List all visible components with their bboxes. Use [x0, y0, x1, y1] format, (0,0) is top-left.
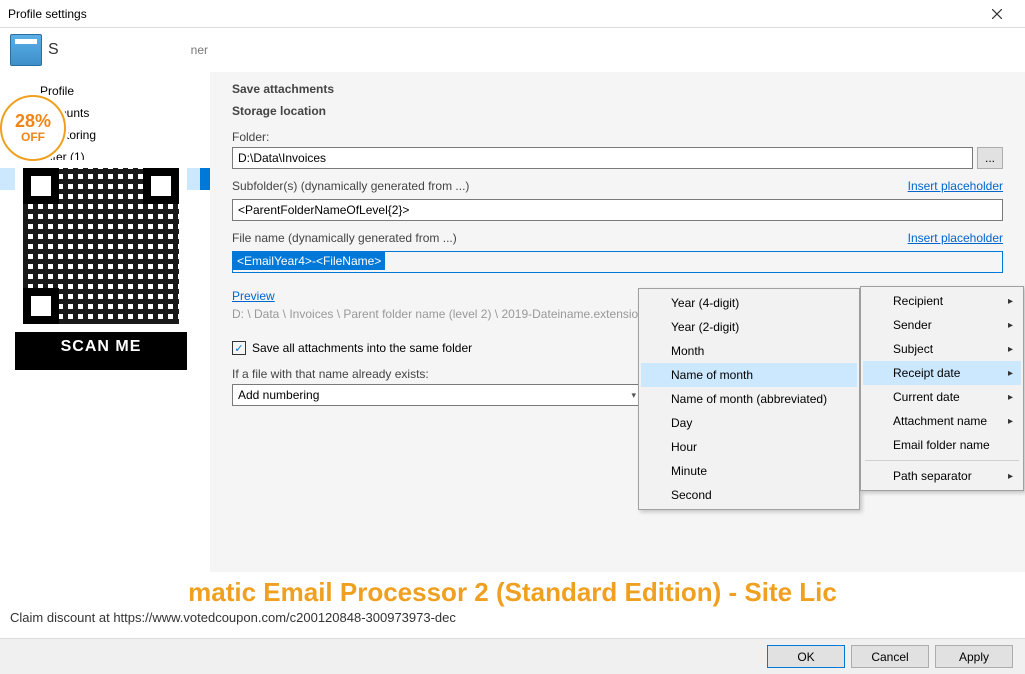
window-title: Profile settings — [8, 7, 977, 21]
cancel-button[interactable]: Cancel — [851, 645, 929, 668]
folder-label: Folder: — [232, 130, 1003, 144]
menu-item-month[interactable]: Month — [641, 339, 857, 363]
placeholder-menu: Recipient Sender Subject Receipt date Cu… — [860, 286, 1024, 491]
toolbar-label-start: S — [48, 41, 59, 59]
exists-select[interactable]: Add numbering ▾ — [232, 384, 642, 406]
promo-banner: matic Email Processor 2 (Standard Editio… — [0, 572, 1025, 638]
toolbar: S ner — [0, 28, 1025, 72]
folder-input[interactable] — [232, 147, 973, 169]
subsection-title: Storage location — [232, 104, 1003, 118]
menu-item-attachment-name[interactable]: Attachment name — [863, 409, 1021, 433]
qr-code-icon — [15, 160, 187, 332]
menu-item-hour[interactable]: Hour — [641, 435, 857, 459]
button-bar: OK Cancel Apply — [0, 638, 1025, 674]
menu-item-year4[interactable]: Year (4-digit) — [641, 291, 857, 315]
titlebar: Profile settings — [0, 0, 1025, 28]
menu-separator — [865, 460, 1019, 461]
subfolder-label: Subfolder(s) (dynamically generated from… — [232, 179, 469, 193]
menu-item-name-of-month-abbr[interactable]: Name of month (abbreviated) — [641, 387, 857, 411]
menu-item-current-date[interactable]: Current date — [863, 385, 1021, 409]
menu-item-recipient[interactable]: Recipient — [863, 289, 1021, 313]
menu-item-sender[interactable]: Sender — [863, 313, 1021, 337]
sidebar-item-label: Profile — [40, 84, 74, 98]
filename-label: File name (dynamically generated from ..… — [232, 231, 457, 245]
insert-placeholder-link[interactable]: Insert placeholder — [908, 179, 1003, 193]
app-icon — [10, 34, 42, 66]
promo-title: matic Email Processor 2 (Standard Editio… — [0, 577, 1025, 608]
section-title: Save attachments — [232, 82, 1003, 96]
insert-placeholder-link-2[interactable]: Insert placeholder — [908, 231, 1003, 245]
menu-item-receipt-date[interactable]: Receipt date — [863, 361, 1021, 385]
chevron-down-icon: ▾ — [631, 390, 636, 401]
select-value: Add numbering — [238, 388, 319, 402]
menu-item-subject[interactable]: Subject — [863, 337, 1021, 361]
menu-item-path-separator[interactable]: Path separator — [863, 464, 1021, 488]
apply-button[interactable]: Apply — [935, 645, 1013, 668]
qr-code-area: SCAN ME — [15, 160, 187, 370]
toolbar-label-suffix: ner — [191, 43, 208, 57]
browse-button[interactable]: ... — [977, 147, 1003, 169]
checkbox-label: Save all attachments into the same folde… — [252, 341, 472, 355]
discount-badge: 28%OFF — [0, 95, 66, 161]
menu-item-email-folder-name[interactable]: Email folder name — [863, 433, 1021, 457]
promo-subtitle: Claim discount at https://www.votedcoupo… — [0, 608, 1025, 627]
menu-item-minute[interactable]: Minute — [641, 459, 857, 483]
close-button[interactable] — [977, 0, 1017, 28]
menu-item-name-of-month[interactable]: Name of month — [641, 363, 857, 387]
ok-button[interactable]: OK — [767, 645, 845, 668]
subfolder-input[interactable] — [232, 199, 1003, 221]
filename-input[interactable]: <EmailYear4>-<FileName> — [232, 251, 1003, 273]
preview-link[interactable]: Preview — [232, 289, 275, 303]
date-submenu: Year (4-digit) Year (2-digit) Month Name… — [638, 288, 860, 510]
scan-me-label: SCAN ME — [15, 332, 187, 362]
menu-item-day[interactable]: Day — [641, 411, 857, 435]
menu-item-year2[interactable]: Year (2-digit) — [641, 315, 857, 339]
filename-value-selection: <EmailYear4>-<FileName> — [233, 252, 385, 270]
save-same-folder-checkbox[interactable]: ✓ — [232, 341, 246, 355]
menu-item-second[interactable]: Second — [641, 483, 857, 507]
